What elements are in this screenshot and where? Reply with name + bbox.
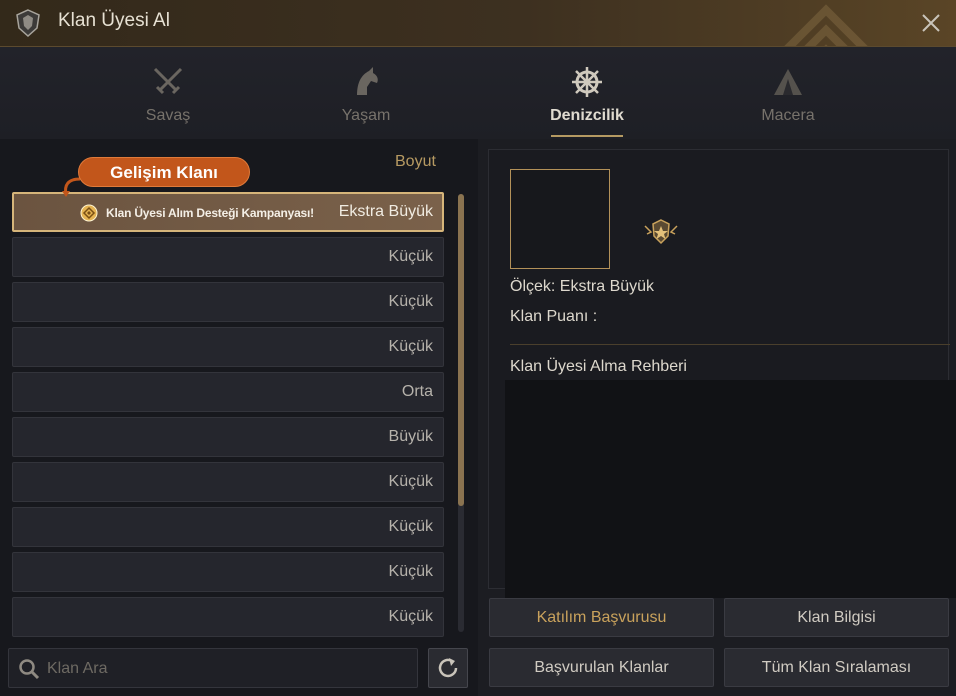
recruit-guide-content (505, 380, 956, 598)
tab-label: Macera (761, 107, 815, 124)
clan-size: Orta (401, 383, 433, 400)
clan-size: Ekstra Büyük (338, 203, 433, 220)
clan-rows: Klan Üyesi Alım Desteği Kampanyası! Ekst… (12, 192, 444, 642)
crossed-swords-icon (153, 67, 183, 95)
window-title: Klan Üyesi Al (58, 10, 170, 31)
ship-wheel-icon (572, 67, 602, 97)
clan-rank-icon (644, 219, 678, 245)
clan-info-box: Ölçek: Ekstra Büyük Klan Puanı : Klan Üy… (488, 149, 956, 598)
list-item[interactable]: Orta (12, 372, 444, 412)
search-input[interactable] (47, 657, 407, 681)
list-item[interactable]: Küçük (12, 507, 444, 547)
clan-size: Küçük (388, 473, 433, 490)
list-item[interactable]: Küçük (12, 282, 444, 322)
horse-head-icon (357, 67, 378, 95)
clan-size: Küçük (388, 518, 433, 535)
list-item[interactable]: Büyük (12, 417, 444, 457)
clan-size: Küçük (388, 563, 433, 580)
section-divider (510, 344, 950, 345)
tab-label: Yaşam (341, 107, 391, 124)
clan-size: Küçük (388, 293, 433, 310)
list-scrollbar-thumb[interactable] (458, 194, 464, 506)
promo-text: Klan Üyesi Alım Desteği Kampanyası! (106, 206, 314, 220)
clan-size: Büyük (388, 428, 433, 445)
clan-detail-panel: Ölçek: Ekstra Büyük Klan Puanı : Klan Üy… (478, 139, 956, 696)
active-tab-underline (551, 135, 623, 137)
refresh-button[interactable] (428, 648, 468, 688)
list-item[interactable]: Küçük (12, 552, 444, 592)
tab-denizcilik[interactable]: Denizcilik (507, 47, 667, 139)
clan-size: Küçük (388, 338, 433, 355)
search-icon (19, 659, 40, 680)
list-item[interactable]: Küçük (12, 462, 444, 502)
tab-savas[interactable]: Savaş (88, 47, 248, 139)
tab-label: Denizcilik (550, 107, 624, 124)
development-clan-badge: Gelişim Klanı (78, 157, 250, 187)
clan-info-button[interactable]: Klan Bilgisi (724, 598, 949, 637)
list-item[interactable]: Küçük (12, 237, 444, 277)
clan-points: Klan Puanı : (510, 308, 598, 325)
clan-search-box (8, 648, 418, 688)
clan-ranking-button[interactable]: Tüm Klan Sıralaması (724, 648, 949, 687)
tab-label: Savaş (145, 107, 191, 124)
category-tabs: Savaş Yaşam Denizcilik Macera (0, 47, 956, 139)
list-item[interactable]: Küçük (12, 327, 444, 367)
close-icon[interactable] (920, 12, 942, 34)
tab-yasam[interactable]: Yaşam (286, 47, 446, 139)
recruit-guide-title: Klan Üyesi Alma Rehberi (510, 358, 687, 375)
applied-clans-button[interactable]: Başvurulan Klanlar (489, 648, 714, 687)
list-item[interactable]: Küçük (12, 597, 444, 637)
clan-scale: Ölçek: Ekstra Büyük (510, 278, 655, 295)
clan-shield-icon (16, 9, 40, 38)
clan-size: Küçük (388, 608, 433, 625)
clan-list-panel: Boyut Gelişim Klanı Klan Üyesi Alım Dest… (0, 139, 478, 696)
title-bar: Klan Üyesi Al (0, 0, 956, 47)
tent-icon (774, 69, 802, 95)
clan-emblem (510, 169, 610, 269)
apply-button[interactable]: Katılım Başvurusu (489, 598, 714, 637)
size-column-header: Boyut (395, 153, 436, 170)
tab-macera[interactable]: Macera (708, 47, 868, 139)
promo-badge-icon (80, 204, 98, 222)
clan-size: Küçük (388, 248, 433, 265)
refresh-icon (438, 658, 458, 678)
title-bar-pattern (784, 4, 868, 46)
